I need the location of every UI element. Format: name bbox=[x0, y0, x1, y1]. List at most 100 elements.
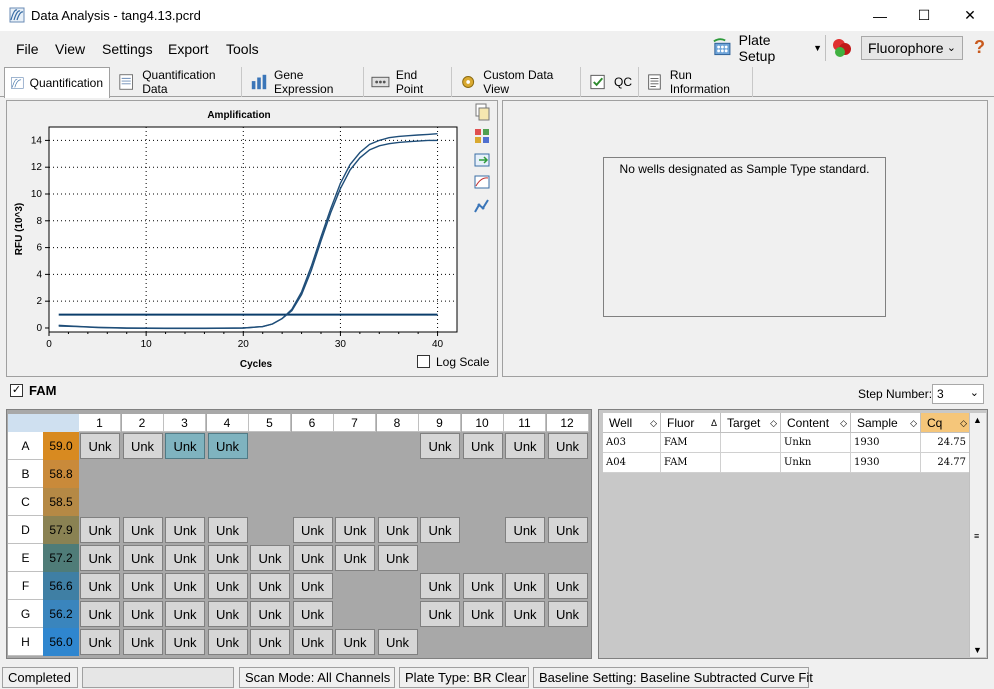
plate-column-header[interactable]: 8 bbox=[376, 414, 419, 432]
plate-well[interactable] bbox=[505, 461, 545, 487]
plate-well[interactable] bbox=[207, 461, 248, 487]
plate-well[interactable] bbox=[165, 489, 205, 515]
plate-well[interactable]: Unk bbox=[165, 601, 205, 627]
plate-well[interactable]: Unk bbox=[250, 629, 290, 655]
plate-well[interactable]: Unk bbox=[420, 601, 460, 627]
export-icon[interactable] bbox=[473, 151, 491, 169]
plate-well[interactable]: Unk bbox=[207, 545, 248, 571]
plate-well[interactable]: Unk bbox=[462, 601, 503, 627]
table-cell[interactable]: FAM bbox=[661, 433, 721, 453]
plate-well[interactable]: Unk bbox=[122, 545, 163, 571]
tab-run-information[interactable]: Run Information bbox=[640, 67, 753, 97]
plate-well[interactable]: Unk bbox=[250, 545, 290, 571]
plate-well[interactable]: Unk bbox=[420, 433, 460, 459]
log-scale-checkbox[interactable] bbox=[417, 355, 430, 368]
plate-well[interactable]: Unk bbox=[505, 573, 545, 599]
plate-well[interactable] bbox=[505, 629, 545, 655]
step-number-dropdown[interactable]: 3 ⌄ bbox=[932, 384, 984, 404]
plate-well[interactable]: Unk bbox=[335, 545, 375, 571]
table-cell[interactable]: 1930 bbox=[851, 453, 921, 473]
chart-settings-icon[interactable] bbox=[473, 127, 491, 145]
scroll-up-icon[interactable]: ▲ bbox=[973, 415, 982, 425]
plate-well[interactable] bbox=[80, 489, 120, 515]
plate-well[interactable]: Unk bbox=[547, 433, 588, 459]
table-scrollbar[interactable]: ▲ ≡ ▼ bbox=[969, 413, 986, 657]
plate-row-header[interactable]: B bbox=[8, 460, 43, 488]
plate-well[interactable]: Unk bbox=[165, 573, 205, 599]
plate-well[interactable]: Unk bbox=[122, 517, 163, 543]
plate-row-header[interactable]: G bbox=[8, 600, 43, 628]
tab-gene-expression[interactable]: Gene Expression bbox=[244, 67, 364, 97]
plate-well[interactable]: Unk bbox=[505, 517, 545, 543]
plate-row-header[interactable]: C bbox=[8, 488, 43, 516]
table-column-header[interactable]: Sample ◇ bbox=[851, 413, 921, 433]
plate-corner[interactable] bbox=[8, 414, 79, 432]
plate-well[interactable] bbox=[547, 545, 588, 571]
plate-well[interactable] bbox=[165, 461, 205, 487]
menu-file[interactable]: File bbox=[16, 41, 39, 57]
table-cell[interactable]: Unkn bbox=[781, 433, 851, 453]
table-cell[interactable]: 24.77 bbox=[921, 453, 971, 473]
zoom-icon[interactable] bbox=[473, 174, 491, 192]
plate-well[interactable]: Unk bbox=[420, 517, 460, 543]
plate-column-header[interactable]: 2 bbox=[121, 414, 164, 432]
plate-row-header[interactable]: F bbox=[8, 572, 43, 600]
fam-checkbox[interactable]: ✓ bbox=[10, 384, 23, 397]
plate-well[interactable] bbox=[547, 489, 588, 515]
plate-well[interactable]: Unk bbox=[462, 433, 503, 459]
tab-end-point[interactable]: End Point bbox=[365, 67, 452, 97]
plate-column-header[interactable]: 10 bbox=[461, 414, 504, 432]
plate-well[interactable]: Unk bbox=[377, 629, 418, 655]
tab-quantification[interactable]: Quantification bbox=[4, 67, 110, 98]
plate-well[interactable]: Unk bbox=[165, 433, 205, 459]
plate-well[interactable] bbox=[335, 433, 375, 459]
plate-well[interactable]: Unk bbox=[80, 629, 120, 655]
scroll-down-icon[interactable]: ▼ bbox=[973, 645, 982, 655]
plate-row-header[interactable]: E bbox=[8, 544, 43, 572]
plate-well[interactable] bbox=[462, 461, 503, 487]
tab-custom-data-view[interactable]: Custom Data View bbox=[453, 67, 581, 97]
plate-row-header[interactable]: A bbox=[8, 432, 43, 460]
plate-well[interactable] bbox=[462, 489, 503, 515]
plate-column-header[interactable]: 4 bbox=[206, 414, 249, 432]
plate-well[interactable] bbox=[505, 545, 545, 571]
plate-well[interactable]: Unk bbox=[207, 629, 248, 655]
plate-well[interactable] bbox=[547, 461, 588, 487]
table-cell[interactable] bbox=[721, 433, 781, 453]
minimize-button[interactable]: — bbox=[857, 0, 903, 31]
help-icon[interactable]: ? bbox=[974, 37, 985, 58]
table-column-header[interactable]: Cq ◇ bbox=[921, 413, 971, 433]
sort-icon[interactable]: ◇ bbox=[910, 413, 917, 433]
sort-icon[interactable]: ◇ bbox=[960, 413, 967, 433]
plate-column-header[interactable]: 12 bbox=[546, 414, 589, 432]
plate-column-header[interactable]: 3 bbox=[164, 414, 206, 432]
plate-well[interactable] bbox=[420, 489, 460, 515]
plate-column-header[interactable]: 11 bbox=[504, 414, 546, 432]
plate-well[interactable] bbox=[335, 601, 375, 627]
plate-well[interactable]: Unk bbox=[122, 433, 163, 459]
scroll-thumb-icon[interactable]: ≡ bbox=[974, 531, 979, 541]
plate-well[interactable] bbox=[80, 461, 120, 487]
plate-column-header[interactable]: 7 bbox=[334, 414, 376, 432]
maximize-button[interactable]: ☐ bbox=[901, 0, 947, 31]
sort-icon[interactable]: ◇ bbox=[770, 413, 777, 433]
plate-well[interactable]: Unk bbox=[207, 433, 248, 459]
plate-row-header[interactable]: D bbox=[8, 516, 43, 544]
plate-well[interactable]: Unk bbox=[335, 629, 375, 655]
plate-row-header[interactable]: H bbox=[8, 628, 43, 656]
table-column-header[interactable]: Target ◇ bbox=[721, 413, 781, 433]
plate-well[interactable]: Unk bbox=[80, 517, 120, 543]
plate-well[interactable] bbox=[377, 461, 418, 487]
plate-well[interactable]: Unk bbox=[207, 601, 248, 627]
plate-well[interactable] bbox=[207, 489, 248, 515]
plate-well[interactable] bbox=[377, 489, 418, 515]
table-cell[interactable]: Unkn bbox=[781, 453, 851, 473]
plate-well[interactable] bbox=[377, 573, 418, 599]
tab-quantification-data[interactable]: Quantification Data bbox=[112, 67, 242, 97]
plate-well[interactable] bbox=[462, 517, 503, 543]
table-cell[interactable] bbox=[721, 453, 781, 473]
plate-column-header[interactable]: 6 bbox=[291, 414, 334, 432]
plate-well[interactable]: Unk bbox=[250, 601, 290, 627]
copy-icon[interactable] bbox=[473, 103, 491, 121]
plate-well[interactable] bbox=[335, 489, 375, 515]
